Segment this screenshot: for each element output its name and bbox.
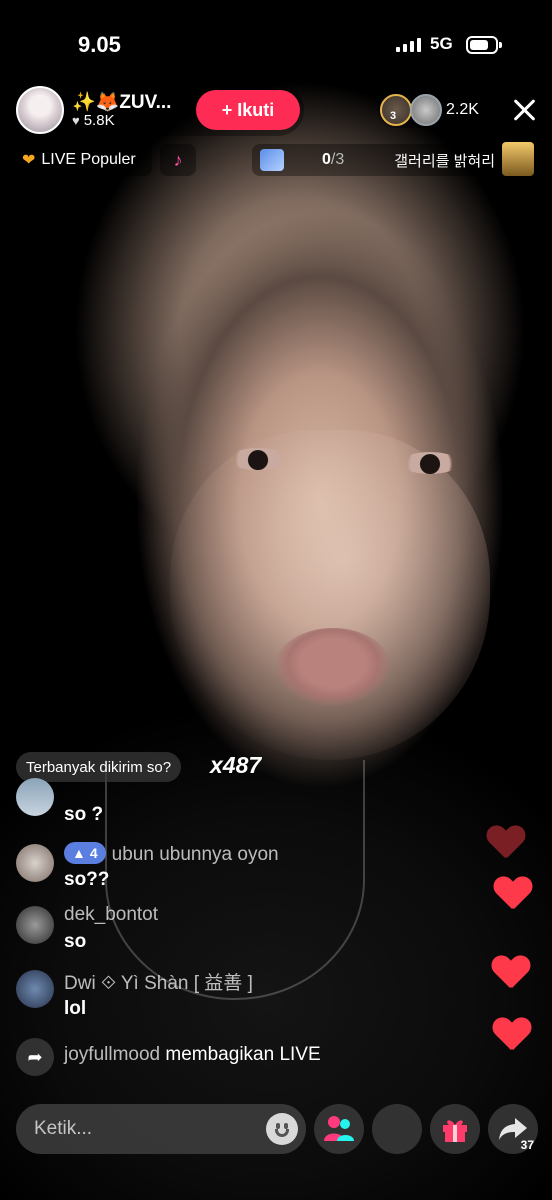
- live-popular-chip[interactable]: ❤ LIVE Populer: [16, 144, 152, 176]
- close-icon[interactable]: [506, 92, 542, 128]
- host-likes-count: 5.8K: [83, 112, 115, 129]
- gallery-progress-total: /3: [330, 151, 345, 168]
- emoji-icon[interactable]: [266, 1113, 298, 1145]
- chat-avatar[interactable]: [16, 778, 54, 816]
- chat-username-text: ubun ubunnya oyon: [111, 844, 279, 865]
- chat-avatar[interactable]: [16, 844, 54, 882]
- gallery-progress-value: 0: [322, 151, 331, 168]
- comment-placeholder: Ketik...: [34, 1118, 93, 1139]
- chat-avatar[interactable]: [16, 906, 54, 944]
- gift-gallery-chip[interactable]: 0/3 갤러리를 밝혀리: [252, 142, 534, 176]
- host-likes: ♥ 5.8K: [72, 112, 115, 129]
- level-value: 4: [89, 845, 98, 861]
- share-event: ➦ joyfullmood membagikan LIVE: [16, 1038, 416, 1076]
- follow-button[interactable]: + Ikuti: [196, 90, 300, 130]
- top-viewers[interactable]: 3 2.2K: [378, 92, 490, 128]
- chat-username: dek_bontot: [64, 904, 159, 925]
- status-time: 9.05: [78, 32, 121, 57]
- streamer-eye-left: [228, 448, 288, 470]
- gallery-label: 갤러리를 밝혀리: [394, 152, 496, 170]
- heart-icon: [487, 826, 523, 858]
- viewer-rank: 3: [390, 110, 397, 122]
- music-chip[interactable]: ♪: [160, 144, 196, 176]
- chat-text: so ?: [64, 804, 104, 825]
- follow-label: + Ikuti: [221, 99, 275, 120]
- host-avatar[interactable]: [16, 86, 64, 134]
- gallery-icon: [260, 149, 284, 171]
- chat-username: ▲ 4 ubun ubunnya oyon: [64, 842, 279, 866]
- chat-text: lol: [64, 998, 87, 1019]
- host-name: ✨🦊ZUV...: [72, 92, 172, 113]
- heart-icon: [494, 877, 530, 909]
- gift-multiplier: x487: [210, 752, 262, 778]
- chat-message[interactable]: dek_bontot so: [16, 904, 416, 954]
- guests-icon: [324, 1116, 354, 1141]
- chat-message[interactable]: ▲ 4 ubun ubunnya oyon so??: [16, 842, 416, 892]
- gift-button[interactable]: [430, 1104, 480, 1154]
- streamer-lips: [275, 628, 391, 706]
- gallery-progress: 0/3: [322, 151, 344, 169]
- share-count: 37: [520, 1138, 534, 1152]
- streamer-face: [170, 430, 490, 760]
- chat-message[interactable]: Dwi ⟐ Yì Shàn [ 益善 ] lol: [16, 968, 416, 1019]
- broken-heart-icon: ❤: [22, 152, 36, 169]
- music-icon: ♪: [173, 149, 183, 170]
- chat-text: so??: [64, 869, 110, 890]
- chat-message[interactable]: so ?: [16, 778, 416, 826]
- signal-icon: [396, 38, 421, 52]
- chat-text: so: [64, 931, 87, 952]
- status-bar: 9.05 5G: [0, 30, 552, 60]
- guests-button[interactable]: [314, 1104, 364, 1154]
- level-badge: ▲ 4: [64, 842, 106, 864]
- heart-icon: [492, 956, 528, 988]
- streamer-eye-right: [400, 452, 460, 474]
- share-button[interactable]: 37: [488, 1104, 538, 1154]
- top-gift-notice: Terbanyak dikirim so?: [16, 752, 182, 782]
- share-event-text: joyfullmood membagikan LIVE: [64, 1044, 321, 1066]
- viewer-avatar[interactable]: [410, 94, 442, 126]
- share-icon: ➦: [16, 1038, 54, 1076]
- network-label: 5G: [430, 34, 453, 53]
- chat-username: Dwi ⟐ Yì Shàn [ 益善 ]: [64, 973, 253, 994]
- share-event-user: joyfullmood: [64, 1044, 161, 1065]
- top-gift-label: Terbanyak dikirim so?: [26, 758, 172, 776]
- gift-icon: [443, 1120, 467, 1142]
- battery-icon: [466, 36, 502, 54]
- more-button[interactable]: [372, 1104, 422, 1154]
- heart-icon: ♥: [72, 113, 80, 128]
- viewer-count: 2.2K: [446, 101, 479, 118]
- chat-avatar[interactable]: [16, 970, 54, 1008]
- live-popular-label: LIVE Populer: [41, 151, 136, 168]
- heart-icon: [493, 1018, 529, 1050]
- share-event-action: membagikan LIVE: [165, 1044, 321, 1065]
- gallery-champion-badge-icon: [502, 142, 534, 176]
- comment-input[interactable]: Ketik...: [16, 1104, 306, 1154]
